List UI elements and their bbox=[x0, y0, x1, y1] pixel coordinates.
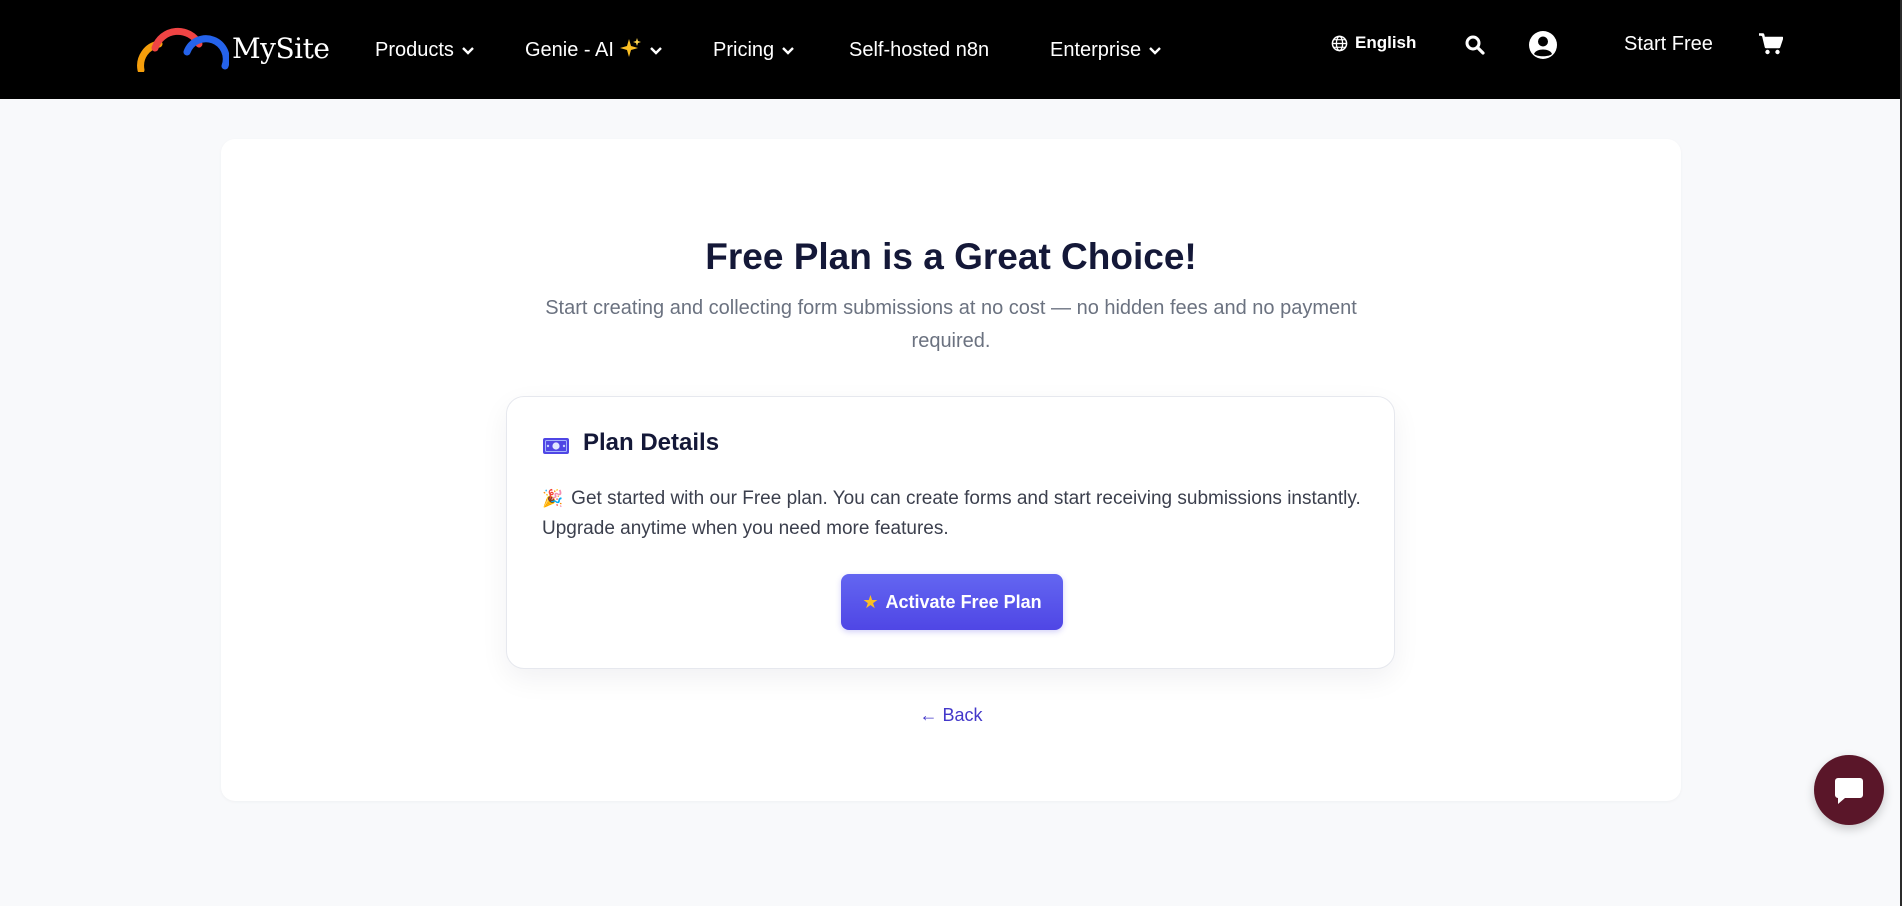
logo-text: MySite bbox=[232, 31, 330, 65]
back-link-row: ← Back bbox=[0, 705, 1902, 726]
language-selector[interactable]: English bbox=[1331, 33, 1416, 53]
nav-self-hosted-label: Self-hosted n8n bbox=[849, 38, 990, 61]
globe-icon bbox=[1331, 35, 1348, 51]
nav-self-hosted-n8n[interactable]: Self-hosted n8n bbox=[849, 36, 989, 64]
nav-genie-ai-label: Genie - AI bbox=[525, 38, 614, 61]
search-icon[interactable] bbox=[1465, 35, 1485, 60]
plan-description-text: Get started with our Free plan. You can … bbox=[542, 488, 1361, 539]
plan-description: 🎉 Get started with our Free plan. You can… bbox=[542, 484, 1362, 544]
chevron-down-icon bbox=[461, 39, 475, 62]
site-logo[interactable]: MySite bbox=[137, 24, 330, 72]
sparkle-icon bbox=[619, 37, 642, 64]
nav-pricing[interactable]: Pricing bbox=[713, 36, 795, 64]
chevron-down-icon bbox=[1148, 39, 1162, 62]
plan-details-title: Plan Details bbox=[583, 429, 720, 456]
nav-enterprise[interactable]: Enterprise bbox=[1050, 36, 1162, 64]
nav-genie-ai[interactable]: Genie - AI bbox=[525, 36, 663, 64]
party-popper-icon: 🎉 bbox=[542, 489, 564, 508]
top-navbar: MySite Products Genie - AI Pricing Self-… bbox=[0, 0, 1900, 99]
chat-icon bbox=[1835, 778, 1863, 804]
plan-details-card: Plan Details 🎉 Get started with our Free … bbox=[506, 396, 1395, 669]
nav-products[interactable]: Products bbox=[375, 36, 475, 64]
start-free-link[interactable]: Start Free bbox=[1624, 33, 1713, 56]
page-title: Free Plan is a Great Choice! bbox=[705, 236, 1197, 277]
activate-free-plan-label: Activate Free Plan bbox=[885, 591, 1042, 612]
logo-arcs-icon bbox=[137, 27, 229, 72]
plan-details-header: Plan Details bbox=[542, 429, 719, 457]
nav-pricing-label: Pricing bbox=[713, 38, 775, 61]
star-icon: ★ bbox=[862, 591, 879, 612]
nav-products-label: Products bbox=[375, 38, 454, 61]
activate-free-plan-button[interactable]: ★ Activate Free Plan bbox=[841, 574, 1063, 630]
chat-support-button[interactable] bbox=[1814, 755, 1884, 825]
page-subtitle: Start creating and collecting form submi… bbox=[545, 297, 1357, 352]
language-label: English bbox=[1355, 33, 1417, 52]
user-account-icon[interactable] bbox=[1528, 30, 1558, 65]
back-link[interactable]: ← Back bbox=[919, 705, 982, 725]
chevron-down-icon bbox=[781, 39, 795, 62]
money-bill-icon bbox=[543, 438, 569, 454]
nav-enterprise-label: Enterprise bbox=[1050, 38, 1142, 61]
chevron-down-icon bbox=[649, 39, 663, 62]
shopping-cart-icon[interactable] bbox=[1759, 33, 1784, 60]
